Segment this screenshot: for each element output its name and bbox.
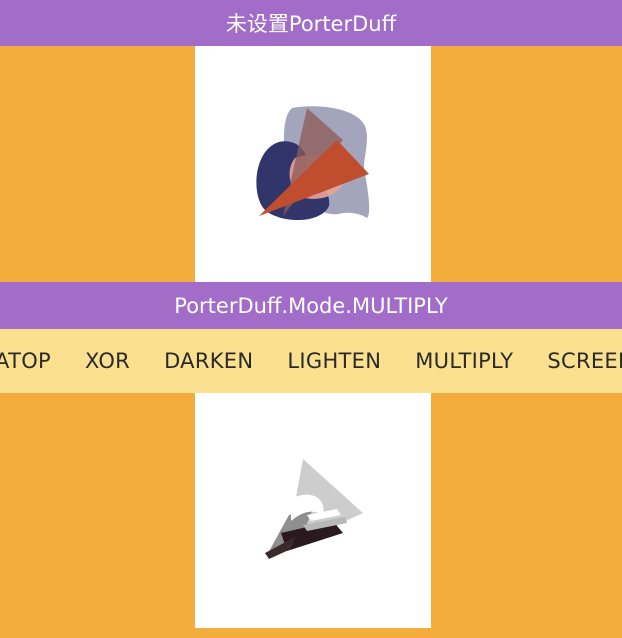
app-screen: 未设置PorterDuff PorterDuff.Mode.MULTIPLY D… [0,0,622,638]
mode-title: PorterDuff.Mode.MULTIPLY [174,293,448,318]
tab-multiply[interactable]: MULTIPLY [398,349,530,373]
original-preview-panel [195,46,431,282]
tab-xor[interactable]: XOR [68,349,147,373]
result-preview-panel [195,393,431,628]
tab-dst-atop[interactable]: DST_ATOP [0,349,68,373]
header-bar: 未设置PorterDuff [0,0,622,46]
multiply-result-image [265,459,363,559]
tab-lighten[interactable]: LIGHTEN [270,349,398,373]
header-title: 未设置PorterDuff [225,12,397,36]
tab-screen[interactable]: SCREEN [530,349,622,373]
original-composite-image [256,106,370,221]
mode-tab-strip[interactable]: DST_ATOP XOR DARKEN LIGHTEN MULTIPLY SCR… [0,329,622,393]
tab-darken[interactable]: DARKEN [147,349,270,373]
mode-bar: PorterDuff.Mode.MULTIPLY [0,282,622,329]
